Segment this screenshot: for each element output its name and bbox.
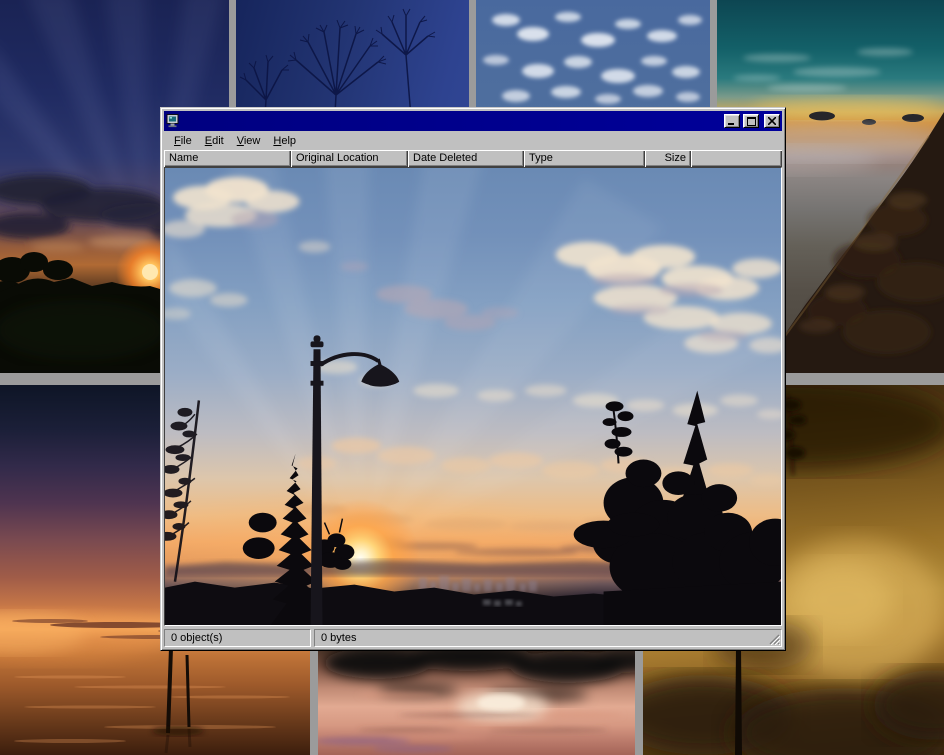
status-bar: 0 object(s) 0 bytes [164,629,782,647]
column-header-filler [691,150,782,167]
column-header-name[interactable]: Name [164,150,291,167]
menu-edit[interactable]: Edit [199,133,231,149]
title-bar[interactable] [164,111,782,131]
file-list-view[interactable] [164,167,782,626]
status-size: 0 bytes [314,629,782,647]
column-header-original-location[interactable]: Original Location [291,150,408,167]
menu-bar: File Edit View Help [164,132,782,150]
close-button[interactable] [764,114,780,128]
column-header-date-deleted[interactable]: Date Deleted [408,150,524,167]
close-icon [768,117,776,125]
maximize-button[interactable] [743,114,759,128]
recycle-bin-window: File Edit View Help Name Original Locati… [160,107,786,651]
minimize-button[interactable] [724,114,740,128]
column-headers: Name Original Location Date Deleted Type… [164,150,782,167]
resize-grip-icon[interactable] [768,633,780,645]
minimize-icon [728,117,736,126]
sunset-lamp-photo [165,168,781,625]
status-object-count: 0 object(s) [164,629,311,647]
maximize-icon [747,117,756,126]
menu-file[interactable]: File [168,133,199,149]
menu-view[interactable]: View [231,133,268,149]
column-header-size[interactable]: Size [645,150,691,167]
desktop: { "window": { "title": "", "menu": [ {"k… [0,0,944,755]
computer-icon[interactable] [166,114,181,128]
column-header-type[interactable]: Type [524,150,645,167]
menu-help[interactable]: Help [267,133,303,149]
